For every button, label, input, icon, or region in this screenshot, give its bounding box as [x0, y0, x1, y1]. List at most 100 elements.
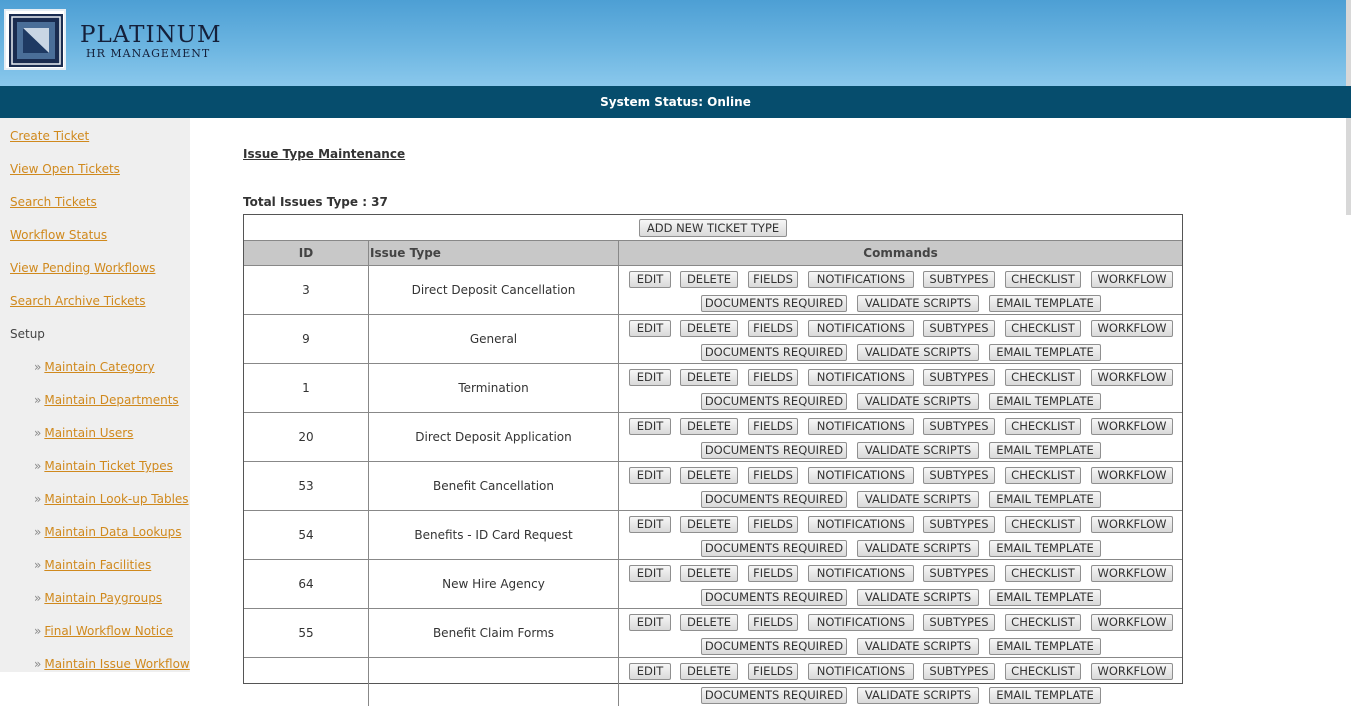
- checklist-button[interactable]: CHECKLIST: [1005, 516, 1081, 533]
- edit-button[interactable]: EDIT: [629, 565, 671, 582]
- fields-button[interactable]: FIELDS: [748, 320, 798, 337]
- documents-required-button[interactable]: DOCUMENTS REQUIRED: [701, 393, 847, 410]
- workflow-button[interactable]: WORKFLOW: [1091, 467, 1173, 484]
- checklist-button[interactable]: CHECKLIST: [1005, 418, 1081, 435]
- fields-button[interactable]: FIELDS: [748, 565, 798, 582]
- fields-button[interactable]: FIELDS: [748, 369, 798, 386]
- delete-button[interactable]: DELETE: [680, 516, 738, 533]
- nav-final-workflow-notice[interactable]: Final Workflow Notice: [44, 624, 173, 638]
- notifications-button[interactable]: NOTIFICATIONS: [808, 565, 914, 582]
- email-template-button[interactable]: EMAIL TEMPLATE: [989, 638, 1101, 655]
- validate-scripts-button[interactable]: VALIDATE SCRIPTS: [857, 687, 979, 704]
- workflow-button[interactable]: WORKFLOW: [1091, 271, 1173, 288]
- nav-maintain-category[interactable]: Maintain Category: [44, 360, 154, 374]
- checklist-button[interactable]: CHECKLIST: [1005, 565, 1081, 582]
- validate-scripts-button[interactable]: VALIDATE SCRIPTS: [857, 295, 979, 312]
- documents-required-button[interactable]: DOCUMENTS REQUIRED: [701, 442, 847, 459]
- validate-scripts-button[interactable]: VALIDATE SCRIPTS: [857, 344, 979, 361]
- delete-button[interactable]: DELETE: [680, 418, 738, 435]
- add-new-ticket-type-button[interactable]: ADD NEW TICKET TYPE: [639, 219, 787, 237]
- delete-button[interactable]: DELETE: [680, 565, 738, 582]
- documents-required-button[interactable]: DOCUMENTS REQUIRED: [701, 687, 847, 704]
- delete-button[interactable]: DELETE: [680, 369, 738, 386]
- documents-required-button[interactable]: DOCUMENTS REQUIRED: [701, 344, 847, 361]
- checklist-button[interactable]: CHECKLIST: [1005, 271, 1081, 288]
- notifications-button[interactable]: NOTIFICATIONS: [808, 320, 914, 337]
- notifications-button[interactable]: NOTIFICATIONS: [808, 418, 914, 435]
- workflow-button[interactable]: WORKFLOW: [1091, 614, 1173, 631]
- validate-scripts-button[interactable]: VALIDATE SCRIPTS: [857, 393, 979, 410]
- email-template-button[interactable]: EMAIL TEMPLATE: [989, 393, 1101, 410]
- nav-view-open-tickets[interactable]: View Open Tickets: [10, 162, 120, 176]
- fields-button[interactable]: FIELDS: [748, 418, 798, 435]
- delete-button[interactable]: DELETE: [680, 271, 738, 288]
- subtypes-button[interactable]: SUBTYPES: [923, 271, 995, 288]
- workflow-button[interactable]: WORKFLOW: [1091, 418, 1173, 435]
- email-template-button[interactable]: EMAIL TEMPLATE: [989, 589, 1101, 606]
- email-template-button[interactable]: EMAIL TEMPLATE: [989, 687, 1101, 704]
- subtypes-button[interactable]: SUBTYPES: [923, 467, 995, 484]
- nav-maintain-data-lookups[interactable]: Maintain Data Lookups: [44, 525, 181, 539]
- checklist-button[interactable]: CHECKLIST: [1005, 614, 1081, 631]
- delete-button[interactable]: DELETE: [680, 320, 738, 337]
- notifications-button[interactable]: NOTIFICATIONS: [808, 369, 914, 386]
- checklist-button[interactable]: CHECKLIST: [1005, 320, 1081, 337]
- edit-button[interactable]: EDIT: [629, 614, 671, 631]
- nav-workflow-status[interactable]: Workflow Status: [10, 228, 107, 242]
- nav-maintain-users[interactable]: Maintain Users: [44, 426, 133, 440]
- email-template-button[interactable]: EMAIL TEMPLATE: [989, 540, 1101, 557]
- notifications-button[interactable]: NOTIFICATIONS: [808, 516, 914, 533]
- workflow-button[interactable]: WORKFLOW: [1091, 320, 1173, 337]
- fields-button[interactable]: FIELDS: [748, 271, 798, 288]
- documents-required-button[interactable]: DOCUMENTS REQUIRED: [701, 491, 847, 508]
- validate-scripts-button[interactable]: VALIDATE SCRIPTS: [857, 491, 979, 508]
- subtypes-button[interactable]: SUBTYPES: [923, 565, 995, 582]
- validate-scripts-button[interactable]: VALIDATE SCRIPTS: [857, 442, 979, 459]
- validate-scripts-button[interactable]: VALIDATE SCRIPTS: [857, 589, 979, 606]
- notifications-button[interactable]: NOTIFICATIONS: [808, 614, 914, 631]
- nav-create-ticket[interactable]: Create Ticket: [10, 129, 89, 143]
- email-template-button[interactable]: EMAIL TEMPLATE: [989, 295, 1101, 312]
- subtypes-button[interactable]: SUBTYPES: [923, 516, 995, 533]
- fields-button[interactable]: FIELDS: [748, 467, 798, 484]
- workflow-button[interactable]: WORKFLOW: [1091, 369, 1173, 386]
- workflow-button[interactable]: WORKFLOW: [1091, 565, 1173, 582]
- subtypes-button[interactable]: SUBTYPES: [923, 369, 995, 386]
- nav-search-tickets[interactable]: Search Tickets: [10, 195, 97, 209]
- checklist-button[interactable]: CHECKLIST: [1005, 467, 1081, 484]
- edit-button[interactable]: EDIT: [629, 369, 671, 386]
- nav-maintain-paygroups[interactable]: Maintain Paygroups: [44, 591, 162, 605]
- nav-search-archive-tickets[interactable]: Search Archive Tickets: [10, 294, 146, 308]
- checklist-button[interactable]: CHECKLIST: [1005, 369, 1081, 386]
- documents-required-button[interactable]: DOCUMENTS REQUIRED: [701, 638, 847, 655]
- subtypes-button[interactable]: SUBTYPES: [923, 320, 995, 337]
- edit-button[interactable]: EDIT: [629, 467, 671, 484]
- nav-maintain-departments[interactable]: Maintain Departments: [44, 393, 178, 407]
- subtypes-button[interactable]: SUBTYPES: [923, 418, 995, 435]
- notifications-button[interactable]: NOTIFICATIONS: [808, 467, 914, 484]
- nav-view-pending-workflows[interactable]: View Pending Workflows: [10, 261, 155, 275]
- fields-button[interactable]: FIELDS: [748, 516, 798, 533]
- documents-required-button[interactable]: DOCUMENTS REQUIRED: [701, 589, 847, 606]
- email-template-button[interactable]: EMAIL TEMPLATE: [989, 491, 1101, 508]
- nav-maintain-lookup-tables[interactable]: Maintain Look-up Tables: [44, 492, 188, 506]
- documents-required-button[interactable]: DOCUMENTS REQUIRED: [701, 540, 847, 557]
- fields-button[interactable]: FIELDS: [748, 614, 798, 631]
- workflow-button[interactable]: WORKFLOW: [1091, 516, 1173, 533]
- delete-button[interactable]: DELETE: [680, 614, 738, 631]
- validate-scripts-button[interactable]: VALIDATE SCRIPTS: [857, 638, 979, 655]
- documents-required-button[interactable]: DOCUMENTS REQUIRED: [701, 295, 847, 312]
- validate-scripts-button[interactable]: VALIDATE SCRIPTS: [857, 540, 979, 557]
- edit-button[interactable]: EDIT: [629, 320, 671, 337]
- edit-button[interactable]: EDIT: [629, 271, 671, 288]
- delete-button[interactable]: DELETE: [680, 467, 738, 484]
- nav-maintain-issue-workflow[interactable]: Maintain Issue Workflow: [44, 657, 189, 671]
- email-template-button[interactable]: EMAIL TEMPLATE: [989, 344, 1101, 361]
- notifications-button[interactable]: NOTIFICATIONS: [808, 271, 914, 288]
- subtypes-button[interactable]: SUBTYPES: [923, 614, 995, 631]
- email-template-button[interactable]: EMAIL TEMPLATE: [989, 442, 1101, 459]
- edit-button[interactable]: EDIT: [629, 418, 671, 435]
- edit-button[interactable]: EDIT: [629, 516, 671, 533]
- nav-maintain-facilities[interactable]: Maintain Facilities: [44, 558, 151, 572]
- nav-maintain-ticket-types[interactable]: Maintain Ticket Types: [44, 459, 173, 473]
